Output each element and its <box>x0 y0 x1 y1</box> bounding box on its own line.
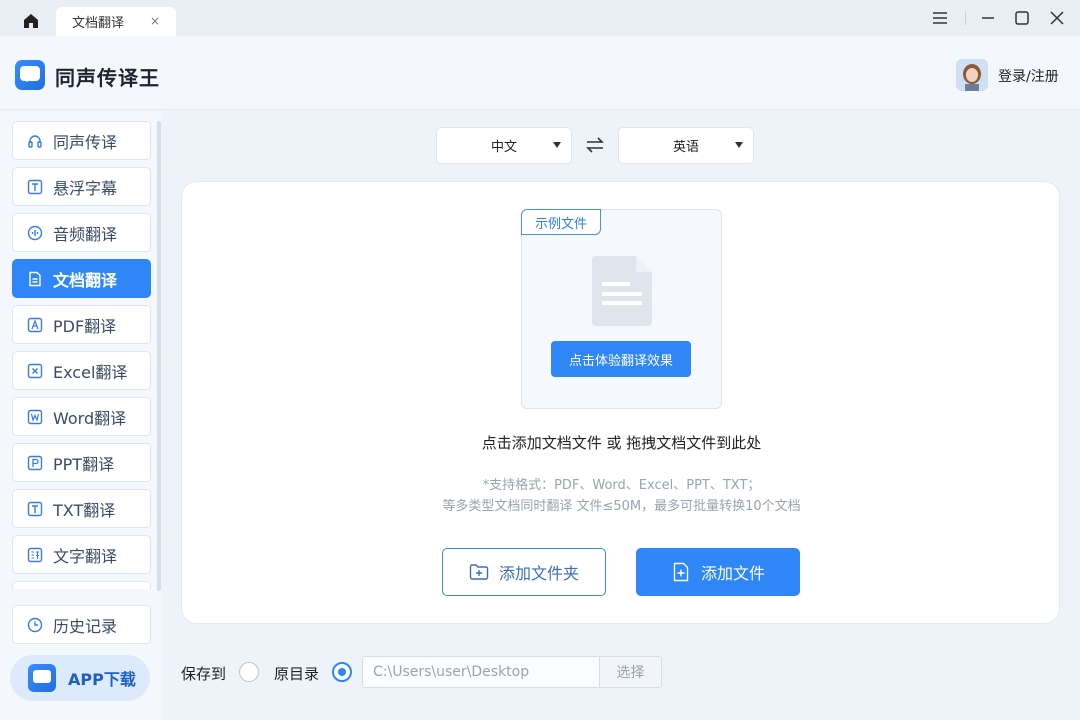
sidebar-item-txt[interactable]: TXT翻译 <box>12 489 151 528</box>
add-file-label: 添加文件 <box>700 564 765 583</box>
save-location-row: 保存到 原目录 C:\Users\user\Desktop 选择 <box>181 656 881 688</box>
minimize-button[interactable] <box>976 6 1000 30</box>
source-language-select[interactable]: 中文 <box>436 127 572 164</box>
sidebar-item-simultaneous[interactable]: 同声传译 <box>12 121 151 160</box>
save-to-label: 保存到 <box>181 665 227 683</box>
original-dir-label: 原目录 <box>274 665 320 683</box>
home-button[interactable] <box>18 8 44 34</box>
close-button[interactable] <box>1045 6 1069 30</box>
add-folder-label: 添加文件夹 <box>498 564 579 583</box>
sidebar-item-label: PPT翻译 <box>53 454 115 474</box>
sidebar-item-label: 悬浮字幕 <box>53 178 118 198</box>
sidebar-item-label: 历史记录 <box>53 616 118 636</box>
app-download-button[interactable]: APP下载 <box>10 655 150 701</box>
audio-wave-icon <box>27 225 43 241</box>
swap-languages-icon[interactable] <box>585 135 605 155</box>
sidebar-item-label: Word翻译 <box>53 408 127 428</box>
minimize-icon <box>982 17 994 19</box>
excel-icon <box>27 363 43 379</box>
sidebar-item-excel[interactable]: Excel翻译 <box>12 351 151 390</box>
sidebar-item-history[interactable]: 历史记录 <box>12 605 151 644</box>
choose-path-button[interactable]: 选择 <box>599 656 662 688</box>
tab-close-button[interactable]: × <box>150 14 160 28</box>
app-download-label: APP下载 <box>68 670 136 689</box>
app-logo-icon <box>28 664 56 692</box>
maximize-button[interactable] <box>1010 6 1034 30</box>
tab-document-translate[interactable]: 文档翻译 × <box>56 7 176 36</box>
sidebar-item-label: 同声传译 <box>53 132 118 152</box>
source-language-value: 中文 <box>490 140 517 155</box>
headset-icon <box>27 133 43 149</box>
titlebar-divider <box>965 11 966 25</box>
sidebar-item-label: PDF翻译 <box>53 316 117 336</box>
sidebar-item-document[interactable]: 文档翻译 <box>12 259 151 298</box>
main-panel: 中文 英语 示例文件 点击体验翻译效果 点击添加文档文件 或 拖拽文档文件到此处… <box>161 111 1080 720</box>
sidebar: 同声传译 悬浮字幕 音频翻译 文档翻译 PDF翻译 Excel翻译 Word翻译… <box>0 111 161 720</box>
sidebar-item-ppt[interactable]: PPT翻译 <box>12 443 151 482</box>
sidebar-item-text-translate[interactable]: 文字翻译 <box>12 535 151 574</box>
app-header: 同声传译王 登录/注册 <box>0 36 1080 110</box>
target-language-select[interactable]: 英语 <box>618 127 754 164</box>
add-folder-button[interactable]: 添加文件夹 <box>442 548 606 596</box>
add-file-button[interactable]: 添加文件 <box>636 548 800 596</box>
sidebar-item-partial <box>12 581 151 589</box>
close-icon <box>1050 11 1064 25</box>
sidebar-item-label: 文字翻译 <box>53 546 118 566</box>
app-title: 同声传译王 <box>55 66 160 90</box>
avatar[interactable] <box>956 59 988 91</box>
sidebar-item-pdf[interactable]: PDF翻译 <box>12 305 151 344</box>
document-icon <box>27 271 43 287</box>
sidebar-item-subtitle[interactable]: 悬浮字幕 <box>12 167 151 206</box>
home-icon <box>24 14 38 28</box>
upload-drop-zone[interactable]: 示例文件 点击体验翻译效果 点击添加文档文件 或 拖拽文档文件到此处 *支持格式… <box>181 181 1060 624</box>
sidebar-item-audio[interactable]: 音频翻译 <box>12 213 151 252</box>
app-logo-icon <box>15 60 45 90</box>
title-bar: 文档翻译 × <box>0 0 1080 36</box>
try-translate-button[interactable]: 点击体验翻译效果 <box>551 341 691 377</box>
sidebar-item-label: 音频翻译 <box>53 224 118 244</box>
target-language-value: 英语 <box>672 140 699 155</box>
format-hint: *支持格式：PDF、Word、Excel、PPT、TXT； <box>482 478 761 493</box>
save-path-input[interactable]: C:\Users\user\Desktop <box>362 656 600 688</box>
sidebar-item-word[interactable]: Word翻译 <box>12 397 151 436</box>
text-box-icon <box>27 179 43 195</box>
tab-label: 文档翻译 <box>72 16 125 31</box>
folder-plus-icon <box>469 564 489 580</box>
custom-dir-radio[interactable] <box>239 662 259 682</box>
sample-file-tag: 示例文件 <box>521 209 601 235</box>
dropdown-caret-icon <box>735 142 743 148</box>
sidebar-item-label: Excel翻译 <box>53 362 128 382</box>
drop-instruction: 点击添加文档文件 或 拖拽文档文件到此处 <box>481 434 762 452</box>
sidebar-item-label: TXT翻译 <box>53 500 116 520</box>
document-file-icon <box>592 256 652 326</box>
file-plus-icon <box>673 562 689 582</box>
dropdown-caret-icon <box>553 142 561 148</box>
avatar-icon <box>956 59 988 91</box>
txt-icon <box>27 501 43 517</box>
pdf-icon <box>27 317 43 333</box>
word-icon <box>27 409 43 425</box>
original-dir-radio[interactable] <box>332 662 352 682</box>
sample-file-card[interactable]: 示例文件 点击体验翻译效果 <box>521 209 722 409</box>
login-register-link[interactable]: 登录/注册 <box>998 66 1059 86</box>
limit-hint: 等多类型文档同时翻译 文件≤50M，最多可批量转换10个文档 <box>442 499 801 514</box>
clock-icon <box>27 617 43 633</box>
menu-button[interactable] <box>928 6 952 30</box>
maximize-icon <box>1015 11 1029 25</box>
sidebar-item-label: 文档翻译 <box>53 270 118 290</box>
ppt-icon <box>27 455 43 471</box>
translate-text-icon <box>27 547 43 563</box>
menu-icon <box>933 12 947 24</box>
